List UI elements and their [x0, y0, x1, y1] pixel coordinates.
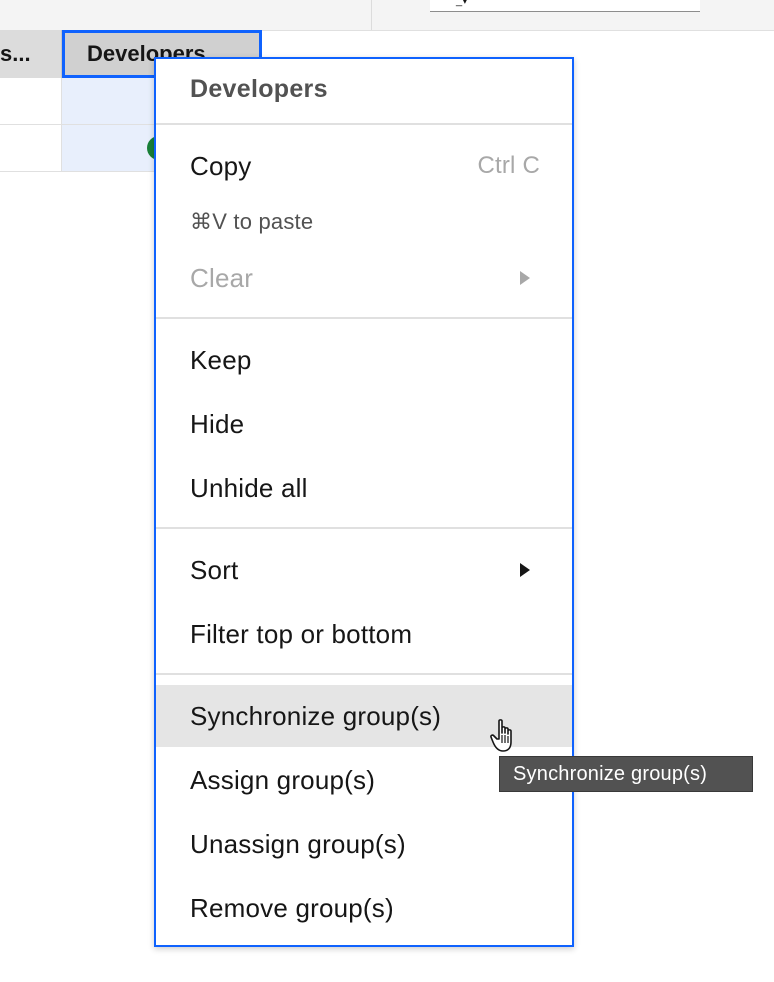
- menu-item-unhide-all[interactable]: Unhide all: [156, 457, 572, 519]
- menu-item-label: Synchronize group(s): [190, 700, 442, 731]
- menu-item-label: Unassign group(s): [190, 828, 406, 859]
- table-cell[interactable]: [0, 78, 62, 125]
- filter-input[interactable]: _▾: [430, 0, 700, 12]
- menu-divider: [156, 673, 572, 675]
- filter-input-glyph: _▾: [456, 0, 468, 7]
- caret-right-icon: [520, 271, 530, 285]
- menu-item-label: Unhide all: [190, 472, 308, 503]
- menu-divider: [156, 527, 572, 529]
- menu-item-copy[interactable]: Copy Ctrl C: [156, 135, 572, 197]
- menu-item-shortcut: Ctrl C: [477, 152, 540, 179]
- tooltip: Synchronize group(s): [499, 756, 753, 792]
- tooltip-text: Synchronize group(s): [513, 762, 708, 785]
- table-cell-selected[interactable]: [62, 125, 171, 172]
- menu-item-label: Remove group(s): [190, 892, 394, 923]
- column-header-previous[interactable]: s...: [0, 30, 62, 78]
- menu-item-label: Clear: [190, 262, 254, 293]
- hand-pointer-icon: [490, 718, 524, 754]
- menu-item-unassign-groups[interactable]: Unassign group(s): [156, 813, 572, 875]
- table-cell-selected[interactable]: [62, 78, 162, 125]
- app-window: _▾ s... Developers Developers Copy Ctrl …: [0, 0, 774, 982]
- menu-item-keep[interactable]: Keep: [156, 329, 572, 391]
- menu-item-label: Hide: [190, 408, 245, 439]
- context-menu-title: Developers: [190, 75, 328, 103]
- column-header-previous-label: s...: [0, 41, 31, 66]
- menu-item-paste-hint: ⌘V to paste: [156, 197, 572, 247]
- menu-divider: [156, 123, 572, 125]
- top-toolbar: _▾: [0, 0, 774, 31]
- menu-item-label: ⌘V to paste: [190, 209, 314, 234]
- menu-item-label: Filter top or bottom: [190, 618, 413, 649]
- table-cell[interactable]: [0, 125, 62, 172]
- menu-item-label: Copy: [190, 150, 252, 181]
- menu-item-clear: Clear: [156, 247, 572, 309]
- menu-divider: [156, 317, 572, 319]
- caret-right-icon: [520, 563, 530, 577]
- toolbar-divider: [371, 0, 372, 30]
- menu-item-label: Assign group(s): [190, 764, 376, 795]
- menu-item-label: Keep: [190, 344, 252, 375]
- menu-item-filter-top-bottom[interactable]: Filter top or bottom: [156, 603, 572, 665]
- menu-item-remove-groups[interactable]: Remove group(s): [156, 877, 572, 939]
- menu-item-label: Sort: [190, 554, 239, 585]
- menu-item-hide[interactable]: Hide: [156, 393, 572, 455]
- menu-item-sort[interactable]: Sort: [156, 539, 572, 601]
- context-menu: Developers Copy Ctrl C ⌘V to paste Clear…: [154, 57, 574, 947]
